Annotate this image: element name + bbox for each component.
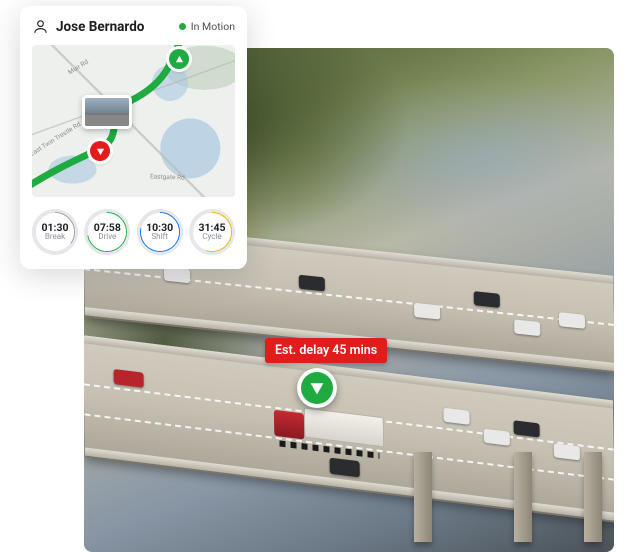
lower-bridge (84, 335, 614, 521)
user-icon (32, 18, 49, 35)
current-location-pin[interactable] (90, 141, 110, 161)
gauge-label: Break (45, 233, 65, 242)
gauge-label: Drive (98, 233, 116, 242)
route-line (32, 45, 235, 197)
caret-down-icon (96, 147, 105, 156)
gauge-cycle[interactable]: 31:45Cycle (189, 209, 235, 255)
status-dot-icon (179, 23, 186, 30)
status: In Motion (179, 20, 235, 33)
gauge-break[interactable]: 01:30Break (32, 209, 78, 255)
mini-map[interactable]: Muir Rd East Twin Trestle Rd Eastgate Rd (32, 45, 235, 197)
hos-gauges: 01:30Break07:58Drive10:30Shift31:45Cycle (32, 209, 235, 255)
caret-up-icon (175, 55, 184, 64)
caret-down-icon (309, 380, 325, 396)
driver-card: Jose Bernardo In Motion Muir Rd East Twi… (20, 6, 247, 269)
delay-badge: Est. delay 45 mins (265, 338, 387, 363)
dashcam-thumbnail[interactable] (82, 95, 132, 129)
gauge-drive[interactable]: 07:58Drive (84, 209, 130, 255)
status-label: In Motion (191, 20, 235, 33)
truck-location-pin[interactable] (297, 368, 337, 408)
destination-pin[interactable] (169, 49, 189, 69)
road-label: Eastgate Rd (150, 172, 185, 181)
gauge-label: Cycle (202, 233, 221, 242)
card-header: Jose Bernardo In Motion (32, 18, 235, 35)
truck (274, 404, 385, 458)
driver-name: Jose Bernardo (56, 19, 144, 35)
driver[interactable]: Jose Bernardo (32, 18, 144, 35)
gauge-label: Shift (151, 233, 168, 242)
gauge-shift[interactable]: 10:30Shift (137, 209, 183, 255)
delay-label: Est. delay 45 mins (275, 343, 377, 358)
